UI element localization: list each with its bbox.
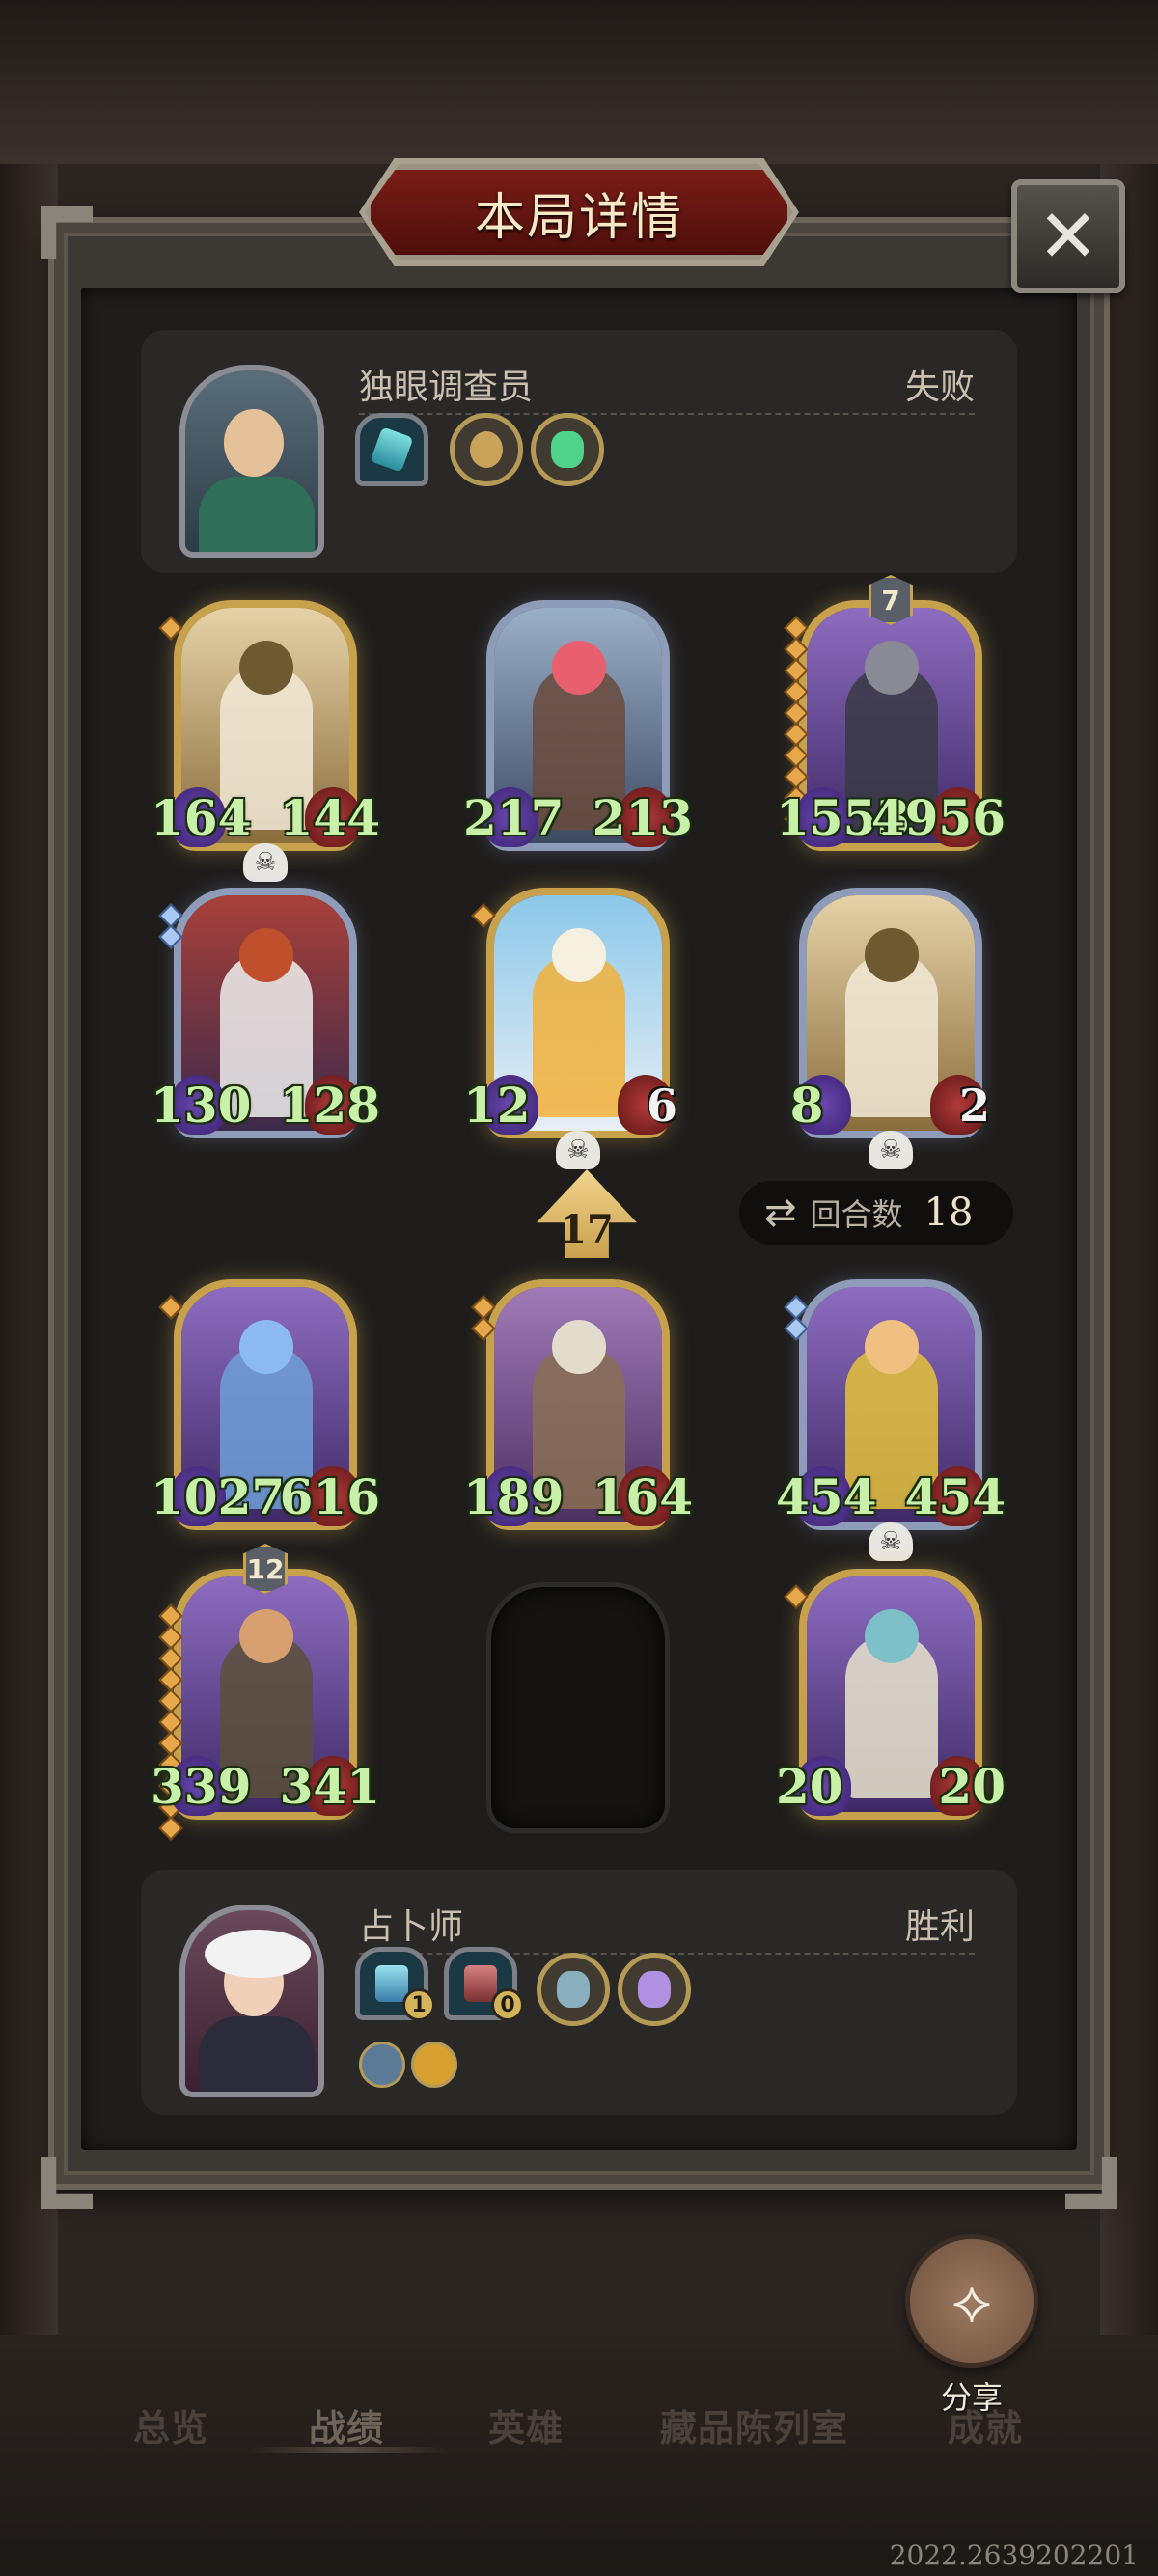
- turns-value: 18: [924, 1191, 974, 1235]
- share-label: 分享: [940, 2379, 1003, 2416]
- reward-scroll-count: 0: [491, 1988, 524, 2021]
- minion-attack: 130: [151, 1077, 252, 1134]
- opponent-name: 独眼调查员: [359, 368, 534, 407]
- player-hero-portrait[interactable]: [179, 1905, 324, 2097]
- minion-card[interactable]: 164 144 ☠: [151, 600, 380, 882]
- minion-card[interactable]: 1027 616: [151, 1279, 380, 1540]
- tab-records[interactable]: 战绩: [309, 2398, 384, 2452]
- minion-card[interactable]: 12 6 ☠: [463, 888, 679, 1169]
- minion-card[interactable]: 7 1553 4956: [776, 575, 1006, 861]
- opponent-hero-portrait[interactable]: [179, 365, 324, 558]
- share-button[interactable]: ⟡: [905, 2234, 1038, 2368]
- quest-card-icon[interactable]: 1: [355, 1947, 435, 2021]
- minion-health: 616: [279, 1468, 380, 1525]
- active-tab-indicator: [247, 2447, 450, 2453]
- tab-overview[interactable]: 总览: [133, 2398, 208, 2452]
- deathrattle-skull-icon: ☠: [868, 1522, 913, 1561]
- minion-health: 6: [646, 1080, 677, 1132]
- opponent-panel: 独眼调查员 失败: [141, 330, 1017, 573]
- minion-card[interactable]: 189 164: [463, 1279, 693, 1540]
- share-icon: ⟡: [951, 2265, 992, 2336]
- minion-card[interactable]: 12 339 341: [151, 1544, 380, 1841]
- minion-health: 144: [279, 789, 380, 846]
- turns-counter: ⇄ 回合数 18: [739, 1181, 1013, 1245]
- buff-sword-icon[interactable]: [359, 2042, 405, 2088]
- player-panel: 占卜师 胜利 1 0: [141, 1870, 1017, 2115]
- refresh-icon: ⇄: [764, 1191, 797, 1235]
- player-result: 胜利: [904, 1907, 975, 1947]
- version-text: 2022.2639202201: [889, 2539, 1139, 2571]
- minion-health: 454: [904, 1468, 1006, 1525]
- minion-card[interactable]: 20 20: [776, 1569, 1006, 1829]
- minion-attack: 217: [463, 789, 565, 846]
- deathrattle-skull-icon: ☠: [243, 843, 288, 882]
- close-icon: ✕: [1037, 193, 1099, 279]
- minion-attack: 189: [463, 1468, 565, 1525]
- reward-scroll-icon[interactable]: 0: [444, 1947, 524, 2021]
- minion-level-badge: 12: [243, 1544, 288, 1594]
- tavern-tier-value: 17: [560, 1207, 614, 1252]
- dialog-title: 本局详情: [474, 188, 683, 247]
- empty-minion-slot: [486, 1582, 670, 1833]
- minion-card[interactable]: 8 2 ☠: [789, 888, 992, 1169]
- minion-attack: 339: [151, 1758, 252, 1815]
- minion-attack: 20: [776, 1758, 843, 1815]
- deathrattle-skull-icon: ☠: [556, 1131, 600, 1169]
- trinket-frog-icon[interactable]: [531, 413, 604, 486]
- close-button[interactable]: ✕: [1011, 179, 1125, 293]
- opponent-result: 失败: [904, 368, 975, 407]
- minion-health: 2: [958, 1080, 990, 1132]
- minion-health: 164: [592, 1468, 693, 1525]
- minion-attack: 454: [776, 1468, 877, 1525]
- tab-collection[interactable]: 藏品陈列室: [660, 2398, 848, 2452]
- deathrattle-skull-icon: ☠: [868, 1131, 913, 1169]
- minion-attack: 12: [463, 1077, 531, 1134]
- trinket-wand-icon[interactable]: [618, 1953, 691, 2026]
- player-name: 占卜师: [359, 1907, 464, 1947]
- minion-attack: 164: [151, 789, 252, 846]
- divider: [359, 413, 975, 415]
- buff-strength-icon[interactable]: [411, 2042, 457, 2088]
- quest-crystal-icon[interactable]: [355, 413, 428, 486]
- minion-attack: 8: [789, 1077, 824, 1134]
- tab-heroes[interactable]: 英雄: [488, 2398, 564, 2452]
- minion-health: 20: [938, 1758, 1006, 1815]
- trinket-horn-icon[interactable]: [450, 413, 523, 486]
- minion-level-badge: 7: [868, 575, 913, 625]
- minion-health: 213: [592, 789, 693, 846]
- minion-health: 341: [279, 1758, 380, 1815]
- minion-card[interactable]: 454 454 ☠: [776, 1279, 1006, 1561]
- minion-card[interactable]: 130 128: [151, 888, 380, 1148]
- trinket-creature-icon[interactable]: [537, 1953, 610, 2026]
- minion-health: 128: [279, 1077, 380, 1134]
- title-plate: 本局详情: [365, 164, 793, 260]
- minion-attack: 1027: [151, 1468, 286, 1525]
- turns-label: 回合数: [810, 1196, 903, 1233]
- quest-card-count: 1: [402, 1988, 435, 2021]
- minion-card[interactable]: 217 213: [463, 600, 693, 861]
- minion-health: 4956: [870, 789, 1006, 846]
- background-top: [0, 0, 1158, 164]
